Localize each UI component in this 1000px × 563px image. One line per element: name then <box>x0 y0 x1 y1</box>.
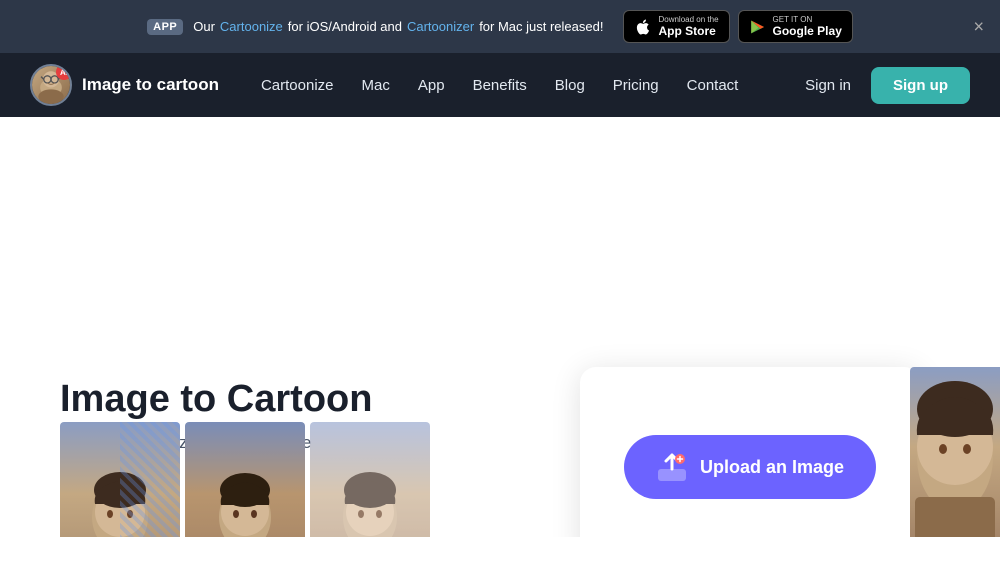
store-buttons: Download on the App Store GET IT ON Goog… <box>623 10 852 43</box>
nav-mac[interactable]: Mac <box>350 69 402 102</box>
play-store-text: GET IT ON Google Play <box>773 15 842 38</box>
banner-suffix: for Mac just released! <box>479 19 603 34</box>
upload-svg <box>656 451 688 483</box>
right-face-svg <box>910 367 1000 537</box>
nav-pricing[interactable]: Pricing <box>601 69 671 102</box>
app-store-text: Download on the App Store <box>658 15 718 38</box>
close-banner-button[interactable]: × <box>973 16 984 37</box>
app-store-button[interactable]: Download on the App Store <box>623 10 729 43</box>
nav-benefits[interactable]: Benefits <box>461 69 539 102</box>
hero-title: Image to Cartoon <box>60 377 372 423</box>
upload-panel: Upload an Image <box>580 367 920 537</box>
face-svg-2 <box>210 462 280 537</box>
navbar: AI Image to cartoon Cartoonize Mac App B… <box>0 53 1000 117</box>
cartoonize-link[interactable]: Cartoonize <box>220 19 283 34</box>
ai-badge: AI <box>56 64 72 80</box>
banner-prefix: Our <box>193 19 215 34</box>
right-face <box>910 367 1000 537</box>
nav-contact[interactable]: Contact <box>675 69 751 102</box>
photo-face-3 <box>310 422 430 537</box>
nav-app[interactable]: App <box>406 69 457 102</box>
banner-text: Our Cartoonize for iOS/Android and Carto… <box>193 19 603 34</box>
nav-cartoonize[interactable]: Cartoonize <box>249 69 346 102</box>
app-badge: APP <box>147 19 183 35</box>
logo-text: Image to cartoon <box>82 75 219 95</box>
photo-strip <box>60 422 440 537</box>
upload-label: Upload an Image <box>700 457 844 478</box>
upload-icon <box>656 451 688 483</box>
banner-middle: for iOS/Android and <box>288 19 402 34</box>
nav-actions: Sign in Sign up <box>793 67 970 104</box>
apple-icon <box>634 18 652 36</box>
hero-spacer <box>0 117 1000 337</box>
announcement-banner: APP Our Cartoonize for iOS/Android and C… <box>0 0 1000 53</box>
signup-button[interactable]: Sign up <box>871 67 970 104</box>
google-play-button[interactable]: GET IT ON Google Play <box>738 10 853 43</box>
main-content: Image to Cartoon Best AI cartoonizer onl… <box>0 117 1000 537</box>
logo-avatar: AI <box>30 64 72 106</box>
nav-blog[interactable]: Blog <box>543 69 597 102</box>
nav-links: Cartoonize Mac App Benefits Blog Pricing… <box>249 69 793 102</box>
logo[interactable]: AI Image to cartoon <box>30 64 219 106</box>
cartoonizer-link[interactable]: Cartoonizer <box>407 19 474 34</box>
hero-section: Image to Cartoon Best AI cartoonizer onl… <box>0 337 1000 537</box>
stripe-overlay <box>120 422 180 537</box>
signin-button[interactable]: Sign in <box>793 69 863 102</box>
photo-face-2 <box>185 422 305 537</box>
play-icon <box>749 18 767 36</box>
upload-button[interactable]: Upload an Image <box>624 435 876 499</box>
photo-face-1 <box>60 422 180 537</box>
face-svg-3 <box>335 462 405 537</box>
